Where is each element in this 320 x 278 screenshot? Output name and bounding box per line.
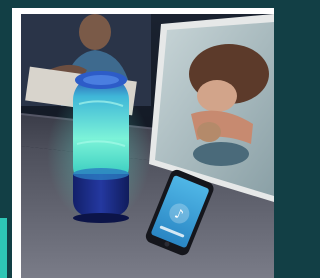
- speaker: [73, 71, 129, 223]
- product-photo: ♪: [21, 14, 274, 278]
- product-photo-scene: ♪: [21, 14, 274, 278]
- accent-bar: [0, 218, 7, 278]
